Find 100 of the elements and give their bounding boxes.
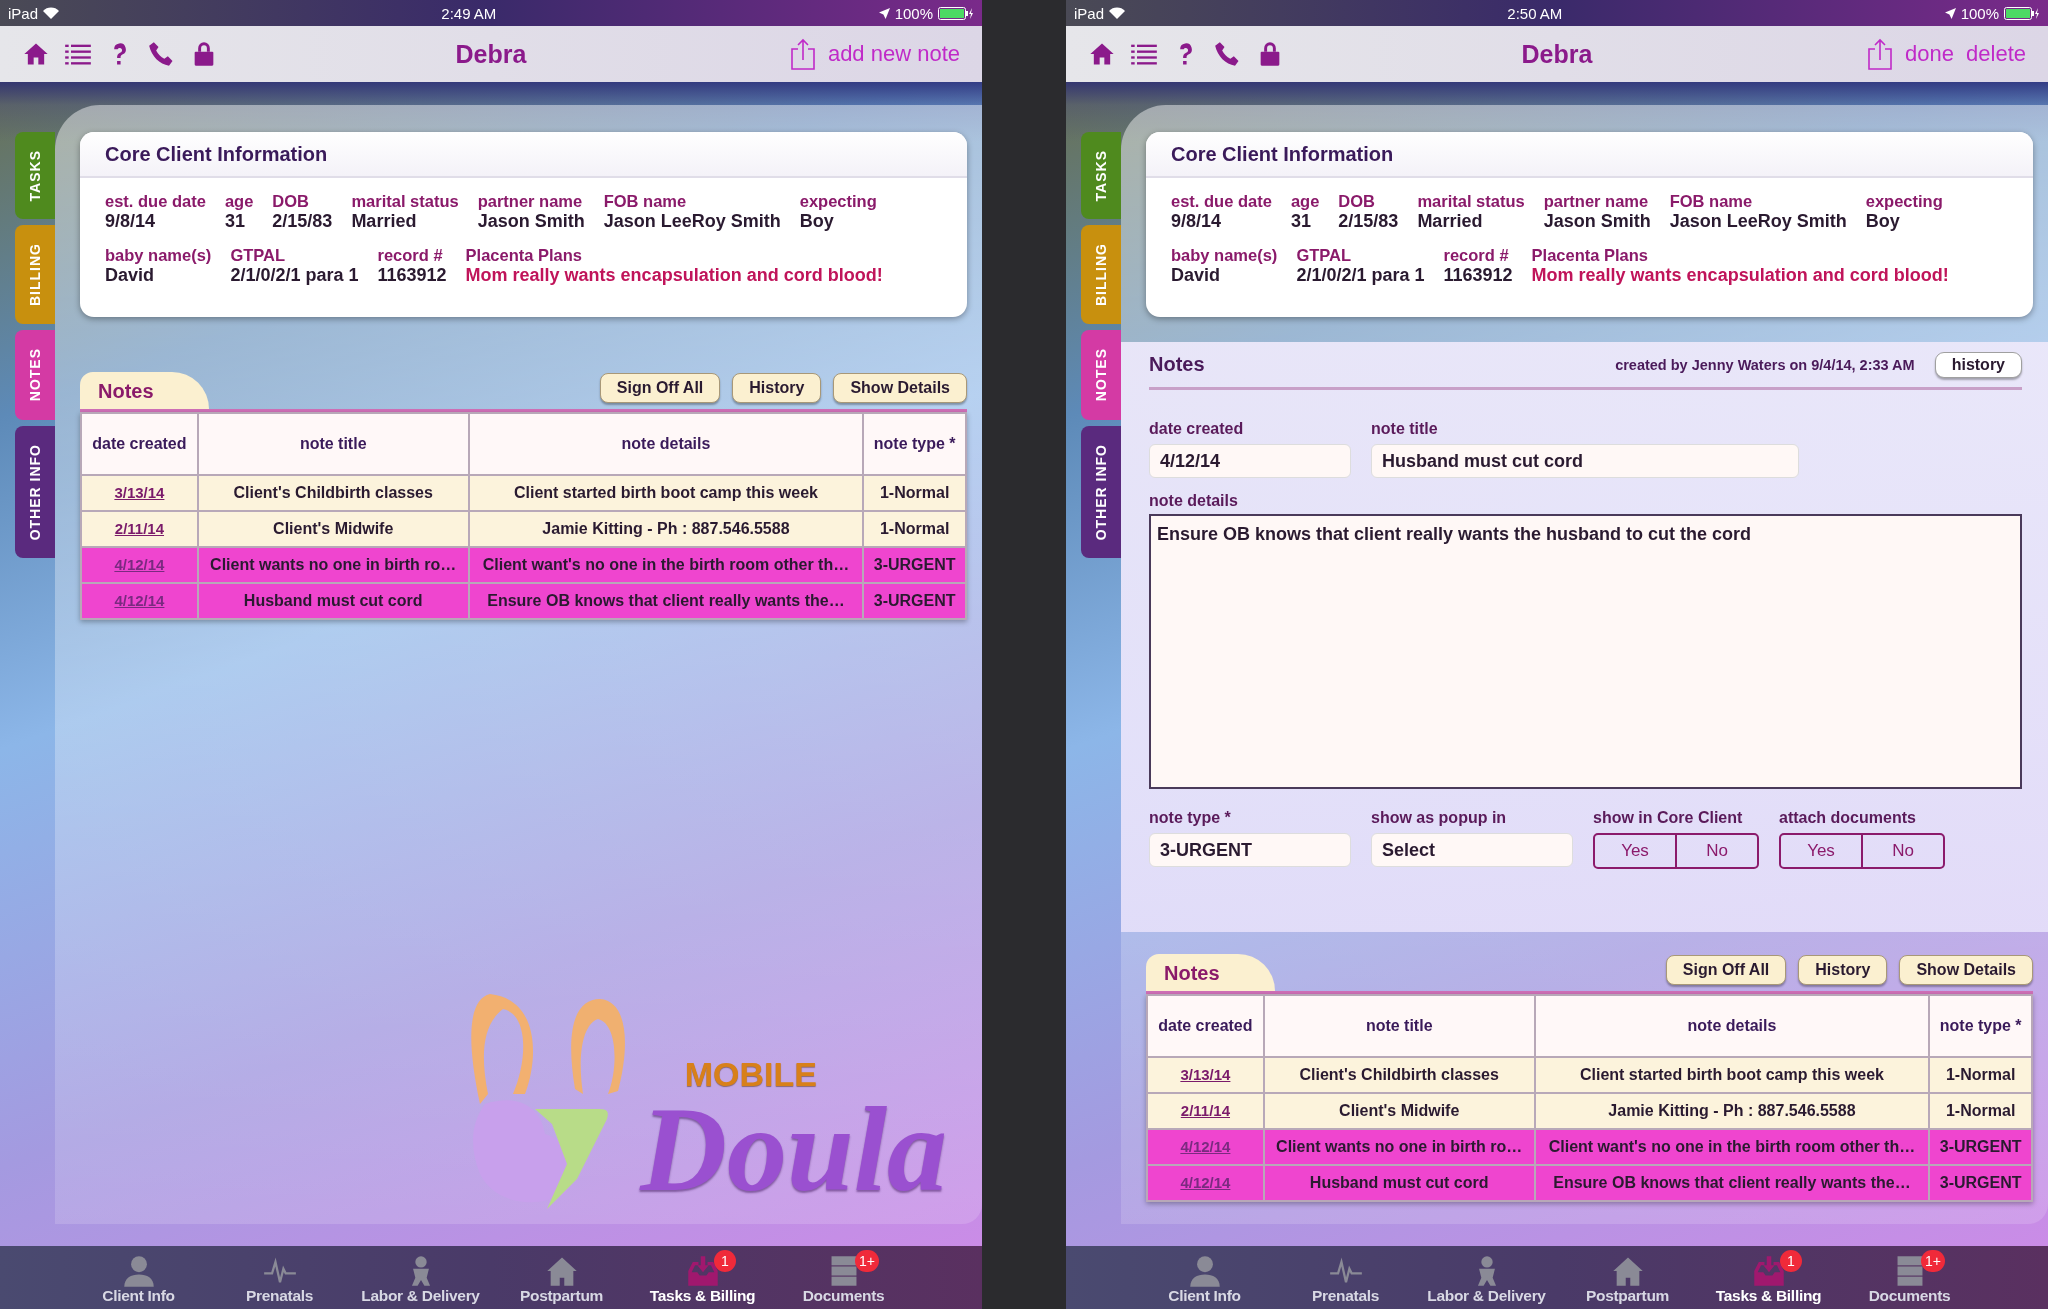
field-label: FOB name xyxy=(603,192,688,211)
notes-action-button[interactable]: Sign Off All xyxy=(1665,955,1787,985)
tab-bar-item[interactable]: Client Info xyxy=(1134,1246,1275,1309)
tab-bar-item[interactable]: Labor & Delivery xyxy=(350,1246,491,1309)
side-tab[interactable]: OTHER INFO xyxy=(15,425,55,558)
share-icon[interactable] xyxy=(1867,38,1894,70)
column-header: note title xyxy=(197,413,469,475)
side-tab[interactable]: OTHER INFO xyxy=(1081,425,1121,558)
field-label: record # xyxy=(1443,246,1510,265)
field-value: David xyxy=(1171,265,1222,286)
popup-select[interactable]: Select xyxy=(1371,833,1573,867)
notes-action-button[interactable]: Show Details xyxy=(833,373,967,403)
table-row[interactable]: 4/12/14 Client wants no one in birth ro… Client want's no one in the birth room other th… 3-URGENT xyxy=(1147,1129,2032,1165)
table-cell: 1-Normal xyxy=(863,475,966,511)
field-value: Married xyxy=(351,211,418,232)
tab-bar-item[interactable]: Client Info xyxy=(68,1246,209,1309)
toggle-option[interactable]: Yes xyxy=(1781,835,1861,867)
field-label: GTPAL xyxy=(1296,246,1353,265)
field-label: GTPAL xyxy=(230,246,287,265)
tab-bar-item[interactable]: Tasks & Billing 1 xyxy=(1698,1246,1839,1309)
tab-bar-item[interactable]: Tasks & Billing 1 xyxy=(632,1246,773,1309)
side-tab[interactable]: NOTES xyxy=(15,330,55,420)
date-link[interactable]: 3/13/14 xyxy=(114,484,165,501)
date-link[interactable]: 3/13/14 xyxy=(1180,1066,1231,1083)
field-value: 2/15/83 xyxy=(1338,211,1399,232)
person-icon xyxy=(1187,1255,1222,1287)
side-tab[interactable]: TASKS xyxy=(15,132,55,220)
field-label: partner name xyxy=(1543,192,1650,211)
note-type-input[interactable]: 3-URGENT xyxy=(1149,833,1351,867)
tab-bar-item[interactable]: Prenatals xyxy=(1275,1246,1416,1309)
field-label: est. due date xyxy=(1171,192,1272,211)
date-link[interactable]: 2/11/14 xyxy=(114,520,164,537)
table-cell: Client's Midwife xyxy=(197,511,469,547)
column-header: note title xyxy=(1263,995,1535,1057)
date-input[interactable]: 4/12/14 xyxy=(1149,444,1351,478)
table-cell: Client started birth boot camp this week xyxy=(1534,1057,1930,1093)
share-icon[interactable] xyxy=(789,38,816,70)
notes-action-button[interactable]: History xyxy=(1798,955,1888,985)
clock-text: 2:50 AM xyxy=(1506,4,1564,22)
table-row[interactable]: 2/11/14 Client's Midwife Jamie Kitting - Ph : 887.546.5588 1-Normal xyxy=(1147,1093,2032,1129)
tab-bar-item[interactable]: Labor & Delivery xyxy=(1416,1246,1557,1309)
column-header: note type * xyxy=(863,413,966,475)
field-label: note title xyxy=(1371,420,1439,438)
field-label: age xyxy=(224,192,254,211)
notes-action-button[interactable]: Show Details xyxy=(1899,955,2033,985)
carrier-text: iPad xyxy=(1074,4,1105,22)
clock-text: 2:49 AM xyxy=(440,4,498,22)
table-cell: Ensure OB knows that client really wants the… xyxy=(468,583,864,619)
table-cell: Client wants no one in birth ro… xyxy=(197,547,469,583)
count-badge: 1+ xyxy=(1921,1250,1945,1272)
field-label: record # xyxy=(377,246,444,265)
table-cell: Client started birth boot camp this week xyxy=(468,475,864,511)
field-value: Jason LeeRoy Smith xyxy=(603,211,781,232)
location-arrow-icon xyxy=(878,7,890,19)
column-header: date created xyxy=(1147,995,1264,1057)
tab-bar-item[interactable]: Documents 1+ xyxy=(1839,1246,1980,1309)
field-value: David xyxy=(105,265,156,286)
toggle-option[interactable]: Yes xyxy=(1595,835,1675,867)
inbox-download-icon xyxy=(685,1255,720,1287)
table-row[interactable]: 3/13/14 Client's Childbirth classes Client started birth boot camp this week 1-Normal xyxy=(1147,1057,2032,1093)
field-label: marital status xyxy=(1417,192,1525,211)
details-textarea[interactable]: Ensure OB knows that client really wants the husband to cut the cord xyxy=(1149,514,2022,789)
toggle-option[interactable]: No xyxy=(1861,835,1943,867)
table-cell: Jamie Kitting - Ph : 887.546.5588 xyxy=(1534,1093,1930,1129)
field-value: Jason Smith xyxy=(477,211,585,232)
table-cell: 3-URGENT xyxy=(863,547,966,583)
field-label: expecting xyxy=(1865,192,1943,211)
field-label: note type * xyxy=(1149,809,1232,827)
side-tab[interactable]: TASKS xyxy=(1081,132,1121,220)
count-badge: 1 xyxy=(1780,1250,1802,1272)
table-row[interactable]: 2/11/14 Client's Midwife Jamie Kitting - Ph : 887.546.5588 1-Normal xyxy=(81,511,966,547)
field-value: 2/15/83 xyxy=(272,211,333,232)
notes-action-button[interactable]: History xyxy=(732,373,822,403)
history-button[interactable]: history xyxy=(1934,351,2022,378)
tab-bar-item[interactable]: Prenatals xyxy=(209,1246,350,1309)
field-label: Placenta Plans xyxy=(1531,246,1650,265)
tab-bar-item[interactable]: Postpartum xyxy=(1557,1246,1698,1309)
field-value: 2/1/0/2/1 para 1 xyxy=(1296,265,1425,286)
client-name-title: Debra xyxy=(1521,39,1593,69)
tab-bar-item[interactable]: Postpartum xyxy=(491,1246,632,1309)
field-label: baby name(s) xyxy=(105,246,212,265)
notes-action-button[interactable]: Sign Off All xyxy=(599,373,721,403)
tab-bar-item[interactable]: Documents 1+ xyxy=(773,1246,914,1309)
title-input[interactable]: Husband must cut cord xyxy=(1371,444,1799,478)
side-tab[interactable]: NOTES xyxy=(1081,330,1121,420)
table-cell: Ensure OB knows that client really wants the… xyxy=(1534,1165,1930,1201)
field-label: DOB xyxy=(272,192,310,211)
column-header: note type * xyxy=(1929,995,2032,1057)
field-label: FOB name xyxy=(1669,192,1754,211)
table-row[interactable]: 4/12/14 Client wants no one in birth ro… Client want's no one in the birth room other th… 3-URGENT xyxy=(81,547,966,583)
toggle-option[interactable]: No xyxy=(1675,835,1757,867)
date-link[interactable]: 2/11/14 xyxy=(1180,1102,1230,1119)
table-row[interactable]: 4/12/14 Husband must cut cord Ensure OB knows that client really wants the… 3-URGENT xyxy=(81,583,966,619)
field-value: 31 xyxy=(224,211,246,232)
table-row[interactable]: 3/13/14 Client's Childbirth classes Client started birth boot camp this week 1-Normal xyxy=(81,475,966,511)
table-row[interactable]: 4/12/14 Husband must cut cord Ensure OB knows that client really wants the… 3-URGENT xyxy=(1147,1165,2032,1201)
column-header: note details xyxy=(468,413,864,475)
table-cell: 3-URGENT xyxy=(1929,1129,2032,1165)
field-label: show in Core Client xyxy=(1593,809,1744,827)
table-cell: Jamie Kitting - Ph : 887.546.5588 xyxy=(468,511,864,547)
